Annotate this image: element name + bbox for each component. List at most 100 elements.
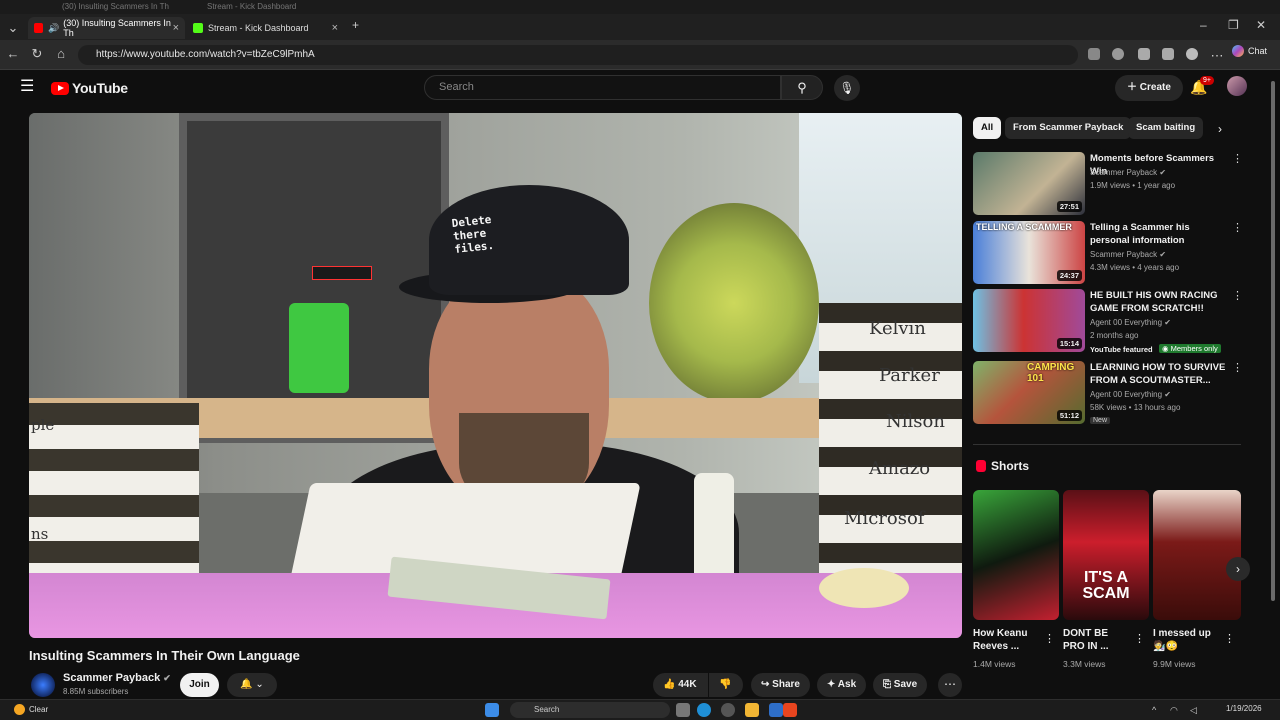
subscription-bell-button[interactable]: 🔔 ⌄ <box>227 673 277 697</box>
join-button[interactable]: Join <box>180 673 219 697</box>
app-icon[interactable] <box>769 703 783 717</box>
rec-title[interactable]: HE BUILT HIS OWN RACING GAME FROM SCRATC… <box>1090 289 1230 315</box>
minimize-icon[interactable]: – <box>1200 18 1207 32</box>
rec-title[interactable]: Telling a Scammer his personal informati… <box>1090 221 1230 247</box>
video-thumbnail[interactable]: 27:51 <box>973 152 1085 215</box>
short-thumbnail[interactable] <box>1153 490 1241 620</box>
short-title[interactable]: I messed up 🧑‍🔬😳 <box>1153 627 1221 653</box>
video-thumbnail[interactable]: 15:14 <box>973 289 1085 352</box>
share-button[interactable]: ↪ Share <box>751 673 810 697</box>
search-input[interactable]: Search <box>424 75 781 100</box>
reload-icon[interactable]: ↻ <box>28 46 46 62</box>
rec-channel[interactable]: Scammer Payback ✔ <box>1090 250 1166 259</box>
chip-all[interactable]: All <box>973 117 1002 139</box>
more-options-icon[interactable]: ⋮ <box>1232 221 1243 234</box>
rec-channel[interactable]: Agent 00 Everything ✔ <box>1090 390 1171 399</box>
file-explorer-icon[interactable] <box>745 703 759 717</box>
tab-close-icon[interactable]: × <box>332 22 338 34</box>
home-icon[interactable]: ⌂ <box>52 46 70 61</box>
weather-widget[interactable]: Clear <box>14 704 48 715</box>
like-button[interactable]: 👍 44K <box>653 673 708 697</box>
favorites-icon[interactable] <box>1162 48 1174 60</box>
recommendation-item[interactable]: 27:51 Moments before Scammers Win Scamme… <box>973 152 1273 216</box>
thumbs-down-icon: 👎 <box>719 679 732 690</box>
duration-badge: 24:37 <box>1056 270 1082 281</box>
more-options-icon[interactable]: ⋮ <box>1134 632 1145 645</box>
close-window-icon[interactable]: ✕ <box>1256 18 1266 32</box>
video-thumbnail[interactable]: CAMPING 101 51:12 <box>973 361 1085 424</box>
extension-icon[interactable] <box>1138 48 1150 60</box>
account-avatar[interactable] <box>1227 76 1247 96</box>
chips-next-icon[interactable]: › <box>1218 122 1222 136</box>
edge-icon[interactable] <box>697 703 711 717</box>
thumbs-up-icon: 👍 <box>663 679 679 690</box>
url-field[interactable]: https://www.youtube.com/watch?v=tbZeC9lP… <box>78 45 1078 65</box>
channel-name[interactable]: Scammer Payback ✔ <box>63 672 171 684</box>
new-badge: New <box>1090 417 1111 424</box>
brave-icon[interactable] <box>783 703 797 717</box>
shorts-icon <box>976 460 986 472</box>
recommendation-item[interactable]: TELLING A SCAMMER 24:37 Telling a Scamme… <box>973 221 1273 285</box>
more-menu-icon[interactable]: ⋯ <box>1208 48 1226 64</box>
short-thumbnail[interactable] <box>973 490 1059 620</box>
voice-search-button[interactable]: 🎙 <box>834 75 860 101</box>
wifi-icon[interactable]: ◠ <box>1170 705 1178 716</box>
verified-icon: ✔ <box>1164 318 1171 327</box>
video-thumbnail[interactable]: TELLING A SCAMMER 24:37 <box>973 221 1085 284</box>
windows-start-icon[interactable] <box>485 703 499 717</box>
share-icon: ↪ <box>761 679 773 690</box>
new-tab-icon[interactable]: + <box>352 18 359 32</box>
ask-button[interactable]: ✦ Ask <box>817 673 867 697</box>
profile-icon[interactable] <box>1186 48 1198 60</box>
more-options-icon[interactable]: ⋮ <box>1044 632 1055 645</box>
task-view-icon[interactable] <box>676 703 690 717</box>
more-options-icon[interactable]: ⋮ <box>1232 152 1243 165</box>
search-button[interactable]: ⚲ <box>781 75 823 100</box>
more-actions-icon[interactable]: ⋯ <box>938 673 962 697</box>
tab-kick[interactable]: Stream - Kick Dashboard × <box>187 17 344 39</box>
app-icon[interactable] <box>721 703 735 717</box>
tab-close-icon[interactable]: × <box>173 22 179 34</box>
scene-jar <box>289 303 349 393</box>
menu-icon[interactable]: ☰ <box>20 79 34 95</box>
plus-icon: ＋ <box>1127 82 1140 93</box>
copilot-chat-button[interactable]: Chat <box>1232 45 1267 57</box>
extension-icon[interactable] <box>1088 48 1100 60</box>
tray-chevron-icon[interactable]: ^ <box>1152 705 1156 715</box>
scene-oven <box>179 113 449 443</box>
volume-icon[interactable]: ◁ <box>1190 705 1197 716</box>
chip-scam-baiting[interactable]: Scam baiting <box>1128 117 1204 139</box>
youtube-logo[interactable]: YouTube <box>51 80 128 96</box>
back-icon[interactable]: ← <box>4 46 22 61</box>
short-title[interactable]: DONT BE PRO IN ... <box>1063 627 1131 653</box>
taskbar-search[interactable]: Search <box>510 702 670 718</box>
save-button[interactable]: ⎘ Save <box>873 673 928 697</box>
chip-from-channel[interactable]: From Scammer Payback <box>1005 117 1132 139</box>
rec-channel[interactable]: Scammer Payback ✔ <box>1090 168 1166 177</box>
tab-audio-icon[interactable]: 🔊 <box>48 23 59 34</box>
recommendation-item[interactable]: CAMPING 101 51:12 LEARNING HOW TO SURVIV… <box>973 361 1273 431</box>
rec-title[interactable]: LEARNING HOW TO SURVIVE FROM A SCOUTMAST… <box>1090 361 1230 387</box>
verified-icon: ✔ <box>1164 390 1171 399</box>
tab-list-icon[interactable]: ⌄ <box>4 20 22 36</box>
cap-text: Delete there files. <box>451 213 495 256</box>
page-scrollbar[interactable] <box>1270 73 1276 693</box>
channel-avatar[interactable] <box>31 673 55 697</box>
video-player[interactable]: Kelvin Parker Nilson Amazo Microsof ple … <box>29 113 962 638</box>
create-button[interactable]: ＋ Create <box>1115 75 1183 101</box>
dislike-button[interactable]: 👎 <box>709 673 743 697</box>
more-options-icon[interactable]: ⋮ <box>1232 289 1243 302</box>
more-options-icon[interactable]: ⋮ <box>1232 361 1243 374</box>
kick-favicon-icon <box>193 23 203 33</box>
refresh-ext-icon[interactable] <box>1112 48 1124 60</box>
tab-youtube[interactable]: 🔊 (30) Insulting Scammers In Th × <box>28 17 185 39</box>
more-options-icon[interactable]: ⋮ <box>1224 632 1235 645</box>
verified-icon: ✔ <box>1159 250 1167 259</box>
short-title[interactable]: How Keanu Reeves ... <box>973 627 1041 653</box>
short-thumbnail[interactable]: IT'S A SCAM <box>1063 490 1149 620</box>
restore-icon[interactable]: ❐ <box>1228 18 1239 32</box>
rec-channel[interactable]: Agent 00 Everything ✔ <box>1090 318 1171 327</box>
shorts-next-icon[interactable]: › <box>1226 557 1250 581</box>
recommendation-item[interactable]: 15:14 HE BUILT HIS OWN RACING GAME FROM … <box>973 289 1273 359</box>
bell-icon: 🔔 <box>240 679 253 690</box>
